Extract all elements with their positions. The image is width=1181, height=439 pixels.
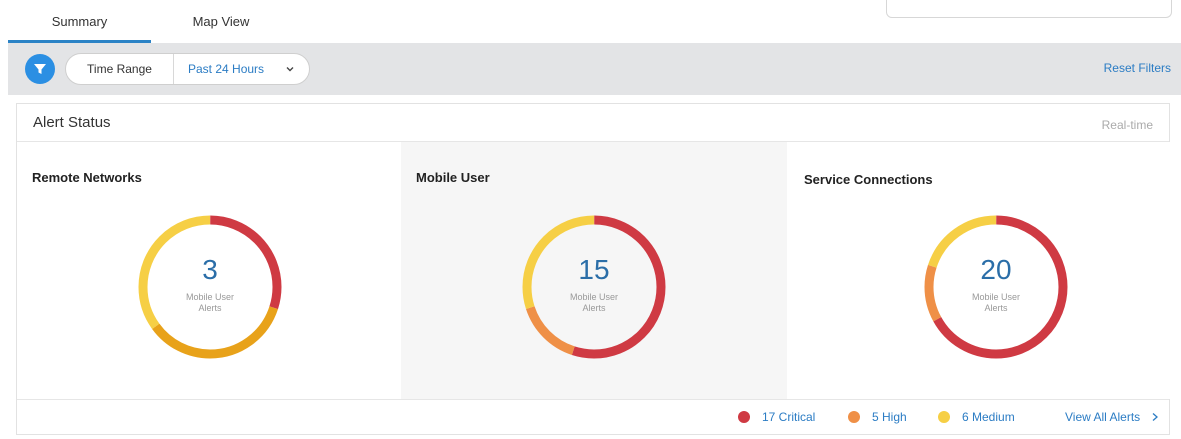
tab-summary-label: Summary — [51, 14, 108, 29]
legend-medium-label: 6 Medium — [962, 410, 1015, 424]
legend-critical-label: 17 Critical — [762, 410, 816, 424]
reset-filters-link[interactable]: Reset Filters — [1104, 61, 1171, 75]
medium-dot-icon — [938, 411, 950, 423]
donut-chart: 20 Mobile User Alerts — [921, 212, 1071, 362]
card-footer: 17 Critical 5 High 6 Medium View All Ale… — [17, 399, 1169, 435]
realtime-label: Real-time — [1101, 118, 1153, 132]
tab-map-view[interactable]: Map View — [151, 0, 291, 43]
panel-remote-networks[interactable]: Remote Networks 3 Mobile User Alerts — [17, 142, 401, 399]
card-header: Alert Status Real-time — [17, 104, 1169, 142]
search-box-fragment[interactable] — [886, 0, 1172, 18]
alert-caption: Mobile User Alerts — [569, 292, 618, 313]
time-range-selector[interactable]: Time Range Past 24 Hours — [65, 53, 310, 85]
card-title: Alert Status — [33, 114, 111, 131]
chevron-right-icon — [1152, 413, 1158, 421]
alert-caption: Mobile User Alerts — [971, 292, 1020, 313]
tab-map-view-label: Map View — [192, 14, 250, 29]
legend-medium[interactable]: 6 Medium — [938, 410, 1015, 424]
filter-button[interactable] — [25, 54, 55, 84]
view-all-alerts-label: View All Alerts — [1065, 410, 1141, 424]
panel-mobile-user[interactable]: Mobile User 15 Mobile User Alerts — [401, 142, 787, 399]
funnel-icon — [34, 64, 46, 74]
panel-service-connections[interactable]: Service Connections 20 Mobile User Alert… — [787, 142, 1171, 399]
donut-chart: 15 Mobile User Alerts — [519, 212, 669, 362]
panel-title: Remote Networks — [32, 170, 142, 185]
high-dot-icon — [848, 411, 860, 423]
alert-caption: Mobile User Alerts — [185, 292, 234, 313]
legend-critical[interactable]: 17 Critical — [738, 410, 815, 424]
alert-count: 20 — [980, 254, 1012, 285]
alert-count: 3 — [202, 254, 218, 285]
legend-high-label: 5 High — [872, 410, 907, 424]
legend-high[interactable]: 5 High — [848, 410, 907, 424]
chevron-down-icon[interactable] — [285, 64, 295, 74]
panel-title: Service Connections — [804, 172, 933, 187]
view-all-alerts-link[interactable]: View All Alerts — [1065, 410, 1160, 424]
critical-dot-icon — [738, 411, 750, 423]
tab-summary[interactable]: Summary — [8, 0, 151, 43]
alert-status-card: Alert Status Real-time Remote Networks 3… — [16, 103, 1171, 435]
donut-chart: 3 Mobile User Alerts — [135, 212, 285, 362]
tab-bar: Summary Map View — [0, 0, 1181, 43]
time-range-label: Time Range — [66, 54, 174, 84]
filter-bar: Time Range Past 24 Hours Reset Filters — [8, 43, 1181, 95]
panel-title: Mobile User — [416, 170, 490, 185]
alert-count: 15 — [578, 254, 610, 285]
